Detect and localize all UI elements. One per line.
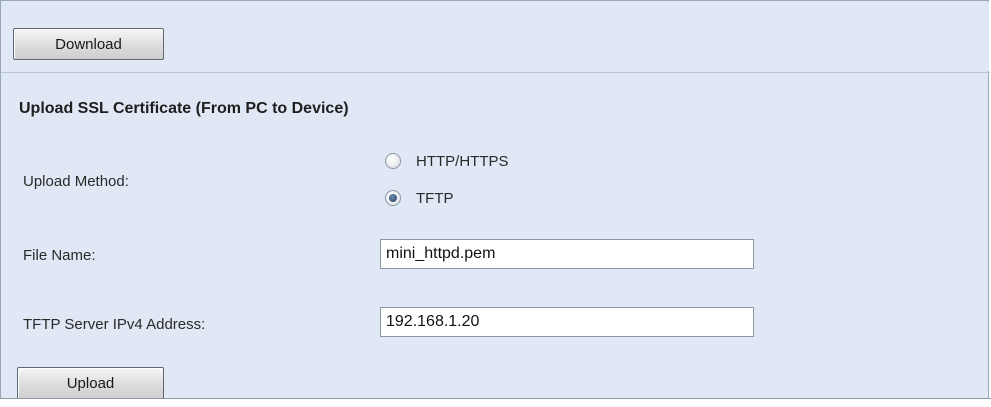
upload-section-title: Upload SSL Certificate (From PC to Devic… [19, 100, 349, 117]
radio-tftp[interactable] [385, 190, 401, 206]
tftp-server-label: TFTP Server IPv4 Address: [23, 316, 206, 333]
bottom-rule [0, 398, 991, 407]
download-button[interactable]: Download [13, 28, 164, 60]
radio-label-tftp: TFTP [416, 189, 454, 207]
upload-method-label: Upload Method: [23, 173, 129, 190]
section-divider [1, 72, 990, 73]
radio-option-http-https[interactable]: HTTP/HTTPS [385, 151, 509, 171]
tftp-server-input[interactable] [380, 307, 754, 337]
file-name-input[interactable] [380, 239, 754, 269]
certificate-panel: Download Upload SSL Certificate (From PC… [0, 0, 990, 399]
radio-http-https[interactable] [385, 153, 401, 169]
file-name-label: File Name: [23, 247, 96, 264]
radio-option-tftp[interactable]: TFTP [385, 188, 454, 208]
radio-label-http-https: HTTP/HTTPS [416, 152, 509, 170]
upload-button[interactable]: Upload [17, 367, 164, 399]
